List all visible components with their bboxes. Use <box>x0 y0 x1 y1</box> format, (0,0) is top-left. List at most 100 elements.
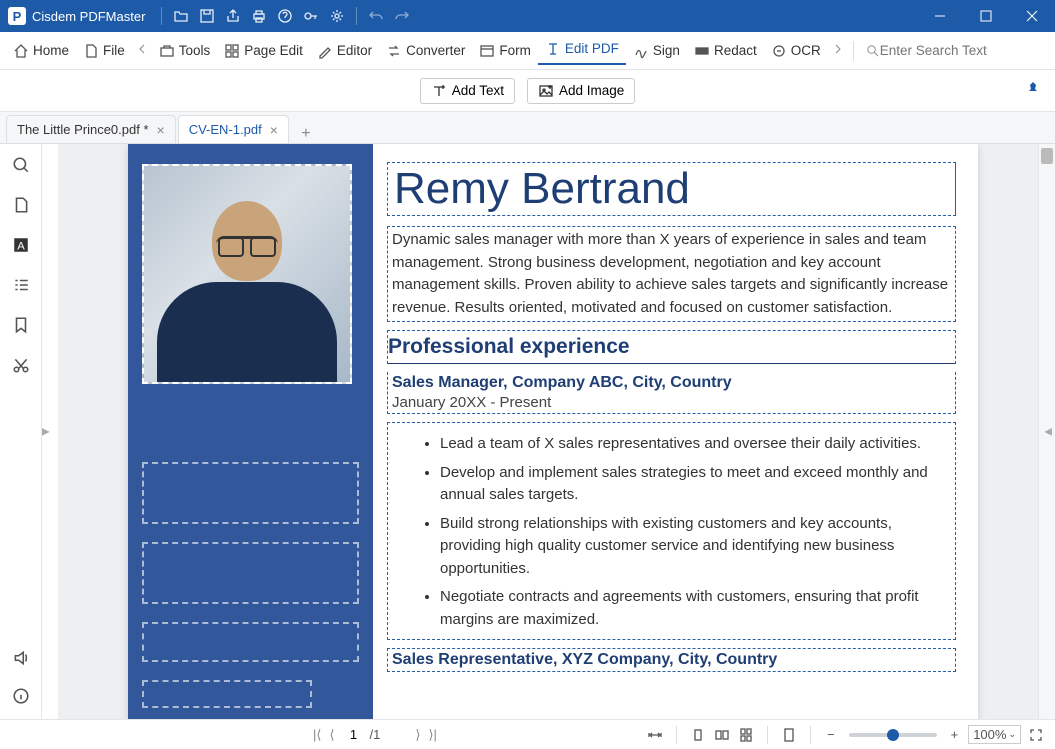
sidebar-textbox[interactable] <box>142 462 359 524</box>
outline-panel-icon[interactable] <box>10 274 32 296</box>
add-image-button[interactable]: Add Image <box>527 78 635 104</box>
print-icon[interactable] <box>250 7 268 25</box>
zoom-slider[interactable] <box>849 733 937 737</box>
tab-label: CV-EN-1.pdf <box>189 122 262 137</box>
read-mode-icon[interactable] <box>780 726 798 744</box>
summary-textbox[interactable]: Dynamic sales manager with more than X y… <box>387 226 956 322</box>
bullet-list: Lead a team of X sales representatives a… <box>392 433 951 631</box>
settings-icon[interactable] <box>328 7 346 25</box>
zoom-out-icon[interactable]: − <box>823 727 839 742</box>
editor-button[interactable]: Editor <box>310 37 379 65</box>
sound-icon[interactable] <box>10 647 32 669</box>
page-number-input[interactable] <box>340 727 368 742</box>
fullscreen-icon[interactable] <box>1027 726 1045 744</box>
section-heading-box[interactable]: Professional experience <box>387 330 956 364</box>
help-icon[interactable] <box>276 7 294 25</box>
search-input[interactable] <box>880 43 1040 58</box>
two-page-icon[interactable] <box>713 726 731 744</box>
tab-cv[interactable]: CV-EN-1.pdf × <box>178 115 289 143</box>
add-text-button[interactable]: Add Text <box>420 78 515 104</box>
tab-label: The Little Prince0.pdf * <box>17 122 149 137</box>
sign-label: Sign <box>653 43 680 58</box>
job2-box[interactable]: Sales Representative, XYZ Company, City,… <box>387 648 956 672</box>
cv-sidebar <box>128 144 373 719</box>
summary-text: Dynamic sales manager with more than X y… <box>392 229 951 319</box>
home-label: Home <box>33 43 69 58</box>
profile-photo[interactable] <box>142 164 352 384</box>
tools-label: Tools <box>179 43 211 58</box>
bookmark-panel-icon[interactable] <box>10 314 32 336</box>
list-item: Negotiate contracts and agreements with … <box>440 586 951 631</box>
workspace: A ▶ Remy Bertrand Dynamic sales manager … <box>0 144 1055 719</box>
job-block[interactable]: Sales Manager, Company ABC, City, Countr… <box>387 372 956 414</box>
cv-name[interactable]: Remy Bertrand <box>387 162 956 216</box>
page-edit-button[interactable]: Page Edit <box>217 37 310 65</box>
minimize-button[interactable] <box>917 0 963 32</box>
fit-width-icon[interactable] <box>646 726 664 744</box>
edit-pdf-button[interactable]: Edit PDF <box>538 37 626 65</box>
job-date: January 20XX - Present <box>392 394 951 411</box>
page-edit-label: Page Edit <box>244 43 303 58</box>
document-area[interactable]: Remy Bertrand Dynamic sales manager with… <box>58 144 1038 719</box>
titlebar: P Cisdem PDFMaster <box>0 0 1055 32</box>
sidebar-textbox[interactable] <box>142 622 359 662</box>
cut-icon[interactable] <box>10 354 32 376</box>
redact-button[interactable]: Redact <box>687 37 764 65</box>
chevron-right-icon[interactable] <box>828 43 848 58</box>
home-button[interactable]: Home <box>6 37 76 65</box>
document-tabs: The Little Prince0.pdf * × CV-EN-1.pdf × + <box>0 112 1055 144</box>
status-bar: |⟨ ⟨ /1 ⟩ ⟩| − + 100%⌄ <box>0 719 1055 749</box>
single-page-icon[interactable] <box>689 726 707 744</box>
bullets-box[interactable]: Lead a team of X sales representatives a… <box>387 422 956 640</box>
app-logo-icon: P <box>8 7 26 25</box>
key-icon[interactable] <box>302 7 320 25</box>
ocr-button[interactable]: OCR <box>764 37 828 65</box>
file-button[interactable]: File <box>76 37 132 65</box>
expand-right-icon[interactable]: ◀ <box>1044 426 1052 437</box>
sidebar-textbox[interactable] <box>142 542 359 604</box>
edit-pdf-label: Edit PDF <box>565 41 619 56</box>
search-panel-icon[interactable] <box>10 154 32 176</box>
close-icon[interactable]: × <box>157 122 165 138</box>
job-title: Sales Manager, Company ABC, City, Countr… <box>392 374 951 392</box>
edit-sub-toolbar: Add Text Add Image <box>0 70 1055 112</box>
close-button[interactable] <box>1009 0 1055 32</box>
scrollbar-thumb[interactable] <box>1041 148 1053 164</box>
maximize-button[interactable] <box>963 0 1009 32</box>
first-page-icon[interactable]: |⟨ <box>310 727 324 743</box>
search-box[interactable] <box>859 43 1049 58</box>
prev-page-icon[interactable]: ⟨ <box>326 727 337 743</box>
pin-icon[interactable] <box>1025 80 1041 101</box>
expand-left-icon[interactable]: ▶ <box>42 426 50 437</box>
continuous-icon[interactable] <box>737 726 755 744</box>
cv-main: Remy Bertrand Dynamic sales manager with… <box>373 144 978 719</box>
sign-button[interactable]: Sign <box>626 37 687 65</box>
redo-icon[interactable] <box>393 7 411 25</box>
text-panel-icon[interactable]: A <box>10 234 32 256</box>
right-scrollbar[interactable]: ◀ <box>1038 144 1055 719</box>
share-icon[interactable] <box>224 7 242 25</box>
add-image-label: Add Image <box>559 83 624 98</box>
chevron-left-icon[interactable] <box>132 43 152 58</box>
ocr-label: OCR <box>791 43 821 58</box>
open-icon[interactable] <box>172 7 190 25</box>
zoom-select[interactable]: 100%⌄ <box>968 725 1021 744</box>
editor-label: Editor <box>337 43 372 58</box>
list-item: Develop and implement sales strategies t… <box>440 462 951 507</box>
last-page-icon[interactable]: ⟩| <box>425 727 439 743</box>
tab-little-prince[interactable]: The Little Prince0.pdf * × <box>6 115 176 143</box>
form-label: Form <box>499 43 531 58</box>
next-page-icon[interactable]: ⟩ <box>412 727 423 743</box>
converter-button[interactable]: Converter <box>379 37 472 65</box>
save-icon[interactable] <box>198 7 216 25</box>
info-icon[interactable] <box>10 685 32 707</box>
tools-button[interactable]: Tools <box>152 37 218 65</box>
add-tab-button[interactable]: + <box>291 125 321 143</box>
close-icon[interactable]: × <box>270 122 278 138</box>
page-panel-icon[interactable] <box>10 194 32 216</box>
zoom-in-icon[interactable]: + <box>947 727 963 742</box>
undo-icon[interactable] <box>367 7 385 25</box>
converter-label: Converter <box>406 43 465 58</box>
sidebar-textbox[interactable] <box>142 680 312 708</box>
form-button[interactable]: Form <box>472 37 538 65</box>
